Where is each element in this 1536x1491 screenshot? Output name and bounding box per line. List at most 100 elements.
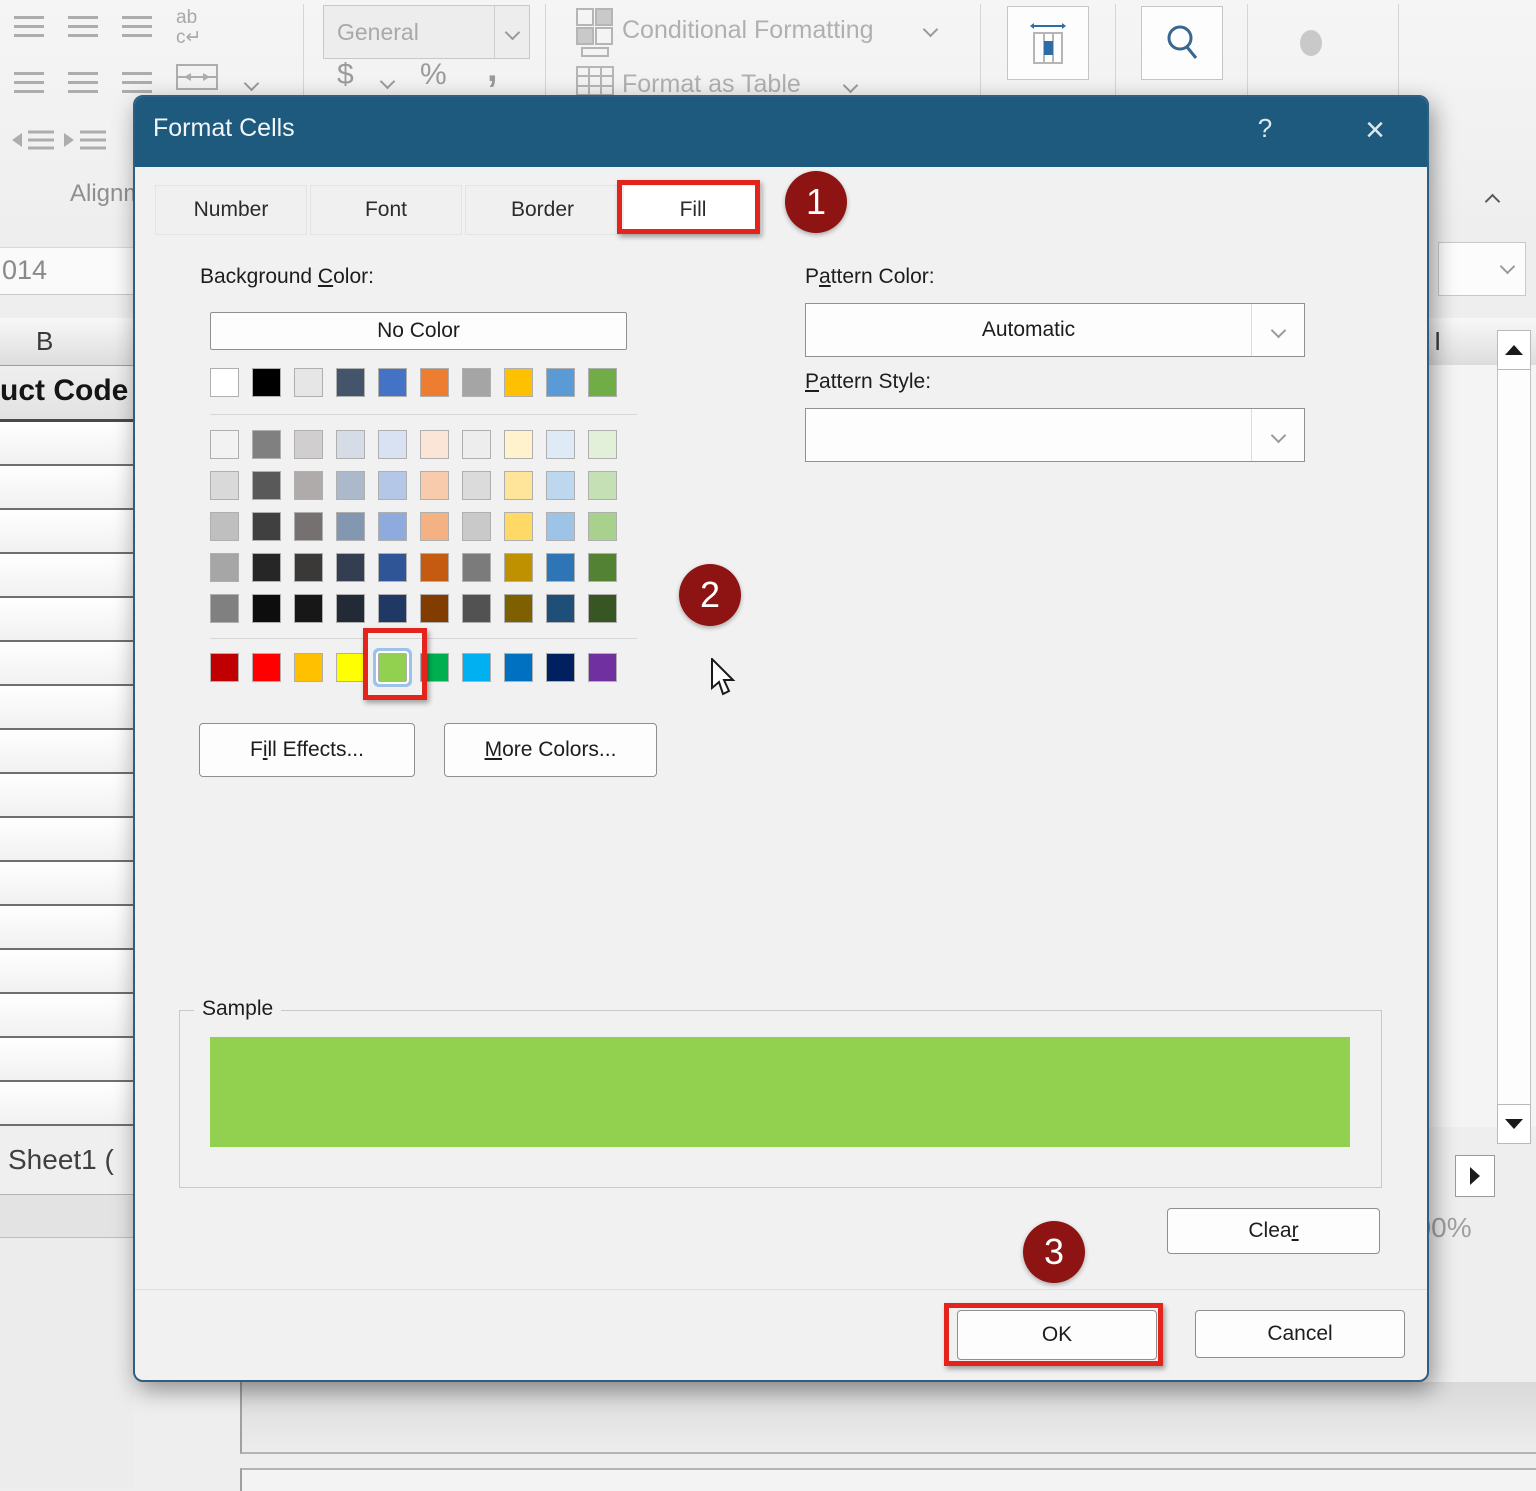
color-swatch[interactable]: [588, 430, 617, 459]
align-top-icon[interactable]: [14, 16, 44, 37]
color-swatch[interactable]: [588, 368, 617, 397]
color-swatch[interactable]: [378, 512, 407, 541]
color-swatch[interactable]: [420, 553, 449, 582]
color-swatch[interactable]: [504, 430, 533, 459]
align-bottom-icon[interactable]: [122, 16, 152, 37]
color-swatch[interactable]: [336, 653, 365, 682]
color-swatch[interactable]: [378, 594, 407, 623]
color-swatch[interactable]: [336, 430, 365, 459]
color-swatch[interactable]: [210, 368, 239, 397]
color-swatch[interactable]: [546, 368, 575, 397]
fill-effects-button[interactable]: Fill Effects...: [199, 723, 415, 777]
color-swatch[interactable]: [588, 594, 617, 623]
sheet-tab[interactable]: Sheet1 (: [0, 1128, 133, 1195]
comma-format-icon[interactable]: ,: [487, 48, 498, 91]
color-swatch[interactable]: [252, 512, 281, 541]
cancel-button[interactable]: Cancel: [1195, 1310, 1405, 1358]
color-swatch[interactable]: [462, 368, 491, 397]
color-swatch[interactable]: [546, 471, 575, 500]
color-swatch[interactable]: [210, 553, 239, 582]
color-swatch[interactable]: [294, 653, 323, 682]
color-swatch[interactable]: [462, 512, 491, 541]
scroll-down-button[interactable]: [1497, 1104, 1531, 1144]
color-swatch[interactable]: [546, 653, 575, 682]
color-swatch[interactable]: [294, 512, 323, 541]
conditional-formatting-label[interactable]: Conditional Formatting: [622, 16, 874, 45]
color-swatch[interactable]: [588, 512, 617, 541]
color-swatch[interactable]: [378, 368, 407, 397]
number-format-dropdown[interactable]: General: [323, 5, 530, 59]
color-swatch[interactable]: [378, 430, 407, 459]
dropdown-chevron-icon[interactable]: [1500, 259, 1516, 275]
color-swatch[interactable]: [546, 594, 575, 623]
align-right-icon[interactable]: [122, 72, 152, 93]
conditional-formatting-icon[interactable]: [576, 8, 614, 63]
column-width-tool-button[interactable]: [1007, 6, 1089, 80]
currency-format-icon[interactable]: $: [337, 58, 354, 92]
search-tool-button[interactable]: [1141, 6, 1223, 80]
color-swatch[interactable]: [294, 368, 323, 397]
color-swatch[interactable]: [336, 553, 365, 582]
color-swatch[interactable]: [420, 594, 449, 623]
color-swatch[interactable]: [462, 653, 491, 682]
color-swatch[interactable]: [504, 368, 533, 397]
color-swatch[interactable]: [294, 553, 323, 582]
color-swatch[interactable]: [504, 594, 533, 623]
vertical-scrollbar[interactable]: [1497, 330, 1531, 1144]
color-swatch[interactable]: [546, 430, 575, 459]
color-swatch[interactable]: [294, 430, 323, 459]
color-swatch[interactable]: [462, 471, 491, 500]
clear-button[interactable]: Clear: [1167, 1208, 1380, 1254]
color-swatch[interactable]: [294, 594, 323, 623]
align-center-icon[interactable]: [68, 72, 98, 93]
color-swatch[interactable]: [546, 553, 575, 582]
dropdown-box-right[interactable]: [1438, 242, 1526, 296]
wrap-text-icon[interactable]: ab c↵: [176, 8, 201, 48]
percent-format-icon[interactable]: %: [420, 58, 447, 92]
tab-number[interactable]: Number: [155, 185, 307, 235]
column-header-b[interactable]: B: [0, 318, 133, 366]
number-format-chevron-icon[interactable]: [494, 6, 529, 58]
color-swatch[interactable]: [588, 471, 617, 500]
color-swatch[interactable]: [504, 471, 533, 500]
color-swatch[interactable]: [252, 553, 281, 582]
format-as-table-chevron-icon[interactable]: [843, 78, 859, 94]
currency-chevron-icon[interactable]: [380, 74, 396, 90]
align-left-icon[interactable]: [14, 72, 44, 93]
color-swatch[interactable]: [378, 553, 407, 582]
color-swatch[interactable]: [210, 512, 239, 541]
formula-bar[interactable]: 014: [0, 247, 133, 295]
color-swatch[interactable]: [588, 553, 617, 582]
more-colors-button[interactable]: More Colors...: [444, 723, 657, 777]
pattern-color-dropdown[interactable]: Automatic: [805, 303, 1305, 357]
color-swatch[interactable]: [504, 512, 533, 541]
conditional-formatting-chevron-icon[interactable]: [923, 22, 939, 38]
decrease-indent-icon[interactable]: [10, 128, 54, 161]
color-swatch[interactable]: [252, 471, 281, 500]
color-swatch[interactable]: [210, 594, 239, 623]
color-swatch[interactable]: [210, 653, 239, 682]
color-swatch[interactable]: [210, 430, 239, 459]
close-icon[interactable]: ×: [1355, 111, 1395, 151]
merge-center-chevron-icon[interactable]: [244, 76, 260, 92]
color-swatch[interactable]: [252, 653, 281, 682]
help-icon[interactable]: ?: [1247, 113, 1283, 149]
scroll-up-button[interactable]: [1497, 330, 1531, 370]
color-swatch[interactable]: [504, 653, 533, 682]
color-swatch[interactable]: [504, 553, 533, 582]
increase-indent-icon[interactable]: [62, 128, 106, 161]
align-middle-icon[interactable]: [68, 16, 98, 37]
color-swatch[interactable]: [588, 653, 617, 682]
color-swatch[interactable]: [252, 594, 281, 623]
color-swatch[interactable]: [336, 512, 365, 541]
color-swatch[interactable]: [378, 471, 407, 500]
color-swatch[interactable]: [420, 368, 449, 397]
color-swatch[interactable]: [420, 471, 449, 500]
scroll-right-button[interactable]: [1455, 1155, 1495, 1197]
color-swatch[interactable]: [294, 471, 323, 500]
color-swatch[interactable]: [210, 471, 239, 500]
collapse-ribbon-icon[interactable]: [1485, 194, 1501, 210]
color-swatch[interactable]: [336, 471, 365, 500]
color-swatch[interactable]: [420, 512, 449, 541]
color-swatch[interactable]: [336, 368, 365, 397]
